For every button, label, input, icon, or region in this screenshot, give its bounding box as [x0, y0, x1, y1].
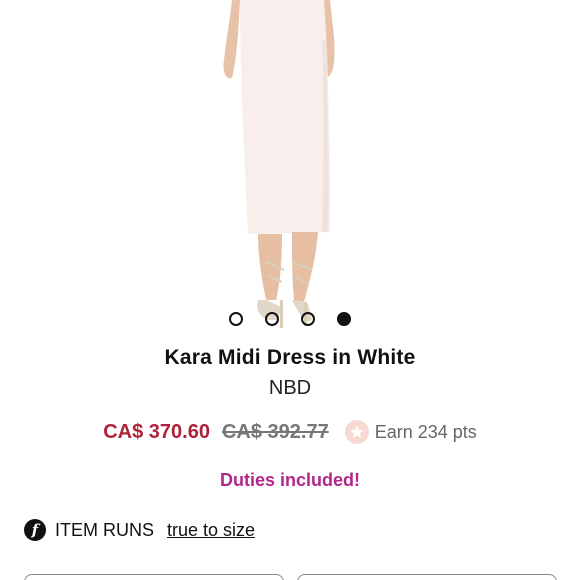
rewards-points[interactable]: Earn 234 pts	[344, 420, 477, 444]
product-title: Kara Midi Dress in White	[164, 346, 416, 369]
fit-value-link[interactable]: true to size	[167, 520, 255, 541]
carousel-dot[interactable]	[229, 312, 243, 326]
color-select[interactable]	[24, 574, 284, 580]
carousel-dot[interactable]	[301, 312, 315, 326]
product-image[interactable]	[0, 0, 580, 336]
sale-price: CA$ 370.60	[103, 420, 210, 443]
fit-label: ITEM RUNS	[55, 519, 154, 540]
star-icon	[344, 420, 369, 444]
product-brand[interactable]: NBD	[0, 377, 580, 400]
f-logo-icon: f	[24, 519, 46, 541]
carousel-indicators	[0, 311, 580, 327]
product-page: Kara Midi Dress in White NBD CA$ 370.60 …	[0, 0, 580, 580]
dress-photo	[0, 0, 580, 336]
price-row: CA$ 370.60 CA$ 392.77 Earn 234 pts	[0, 420, 580, 444]
duties-notice: Duties included!	[219, 470, 360, 490]
carousel-dot-active[interactable]	[337, 312, 351, 326]
fit-info: f ITEM RUNS true to size	[24, 519, 255, 541]
original-price: CA$ 392.77	[221, 420, 329, 443]
carousel-dot[interactable]	[265, 312, 279, 326]
points-label: Earn 234 pts	[374, 421, 477, 442]
size-select[interactable]	[297, 574, 557, 580]
